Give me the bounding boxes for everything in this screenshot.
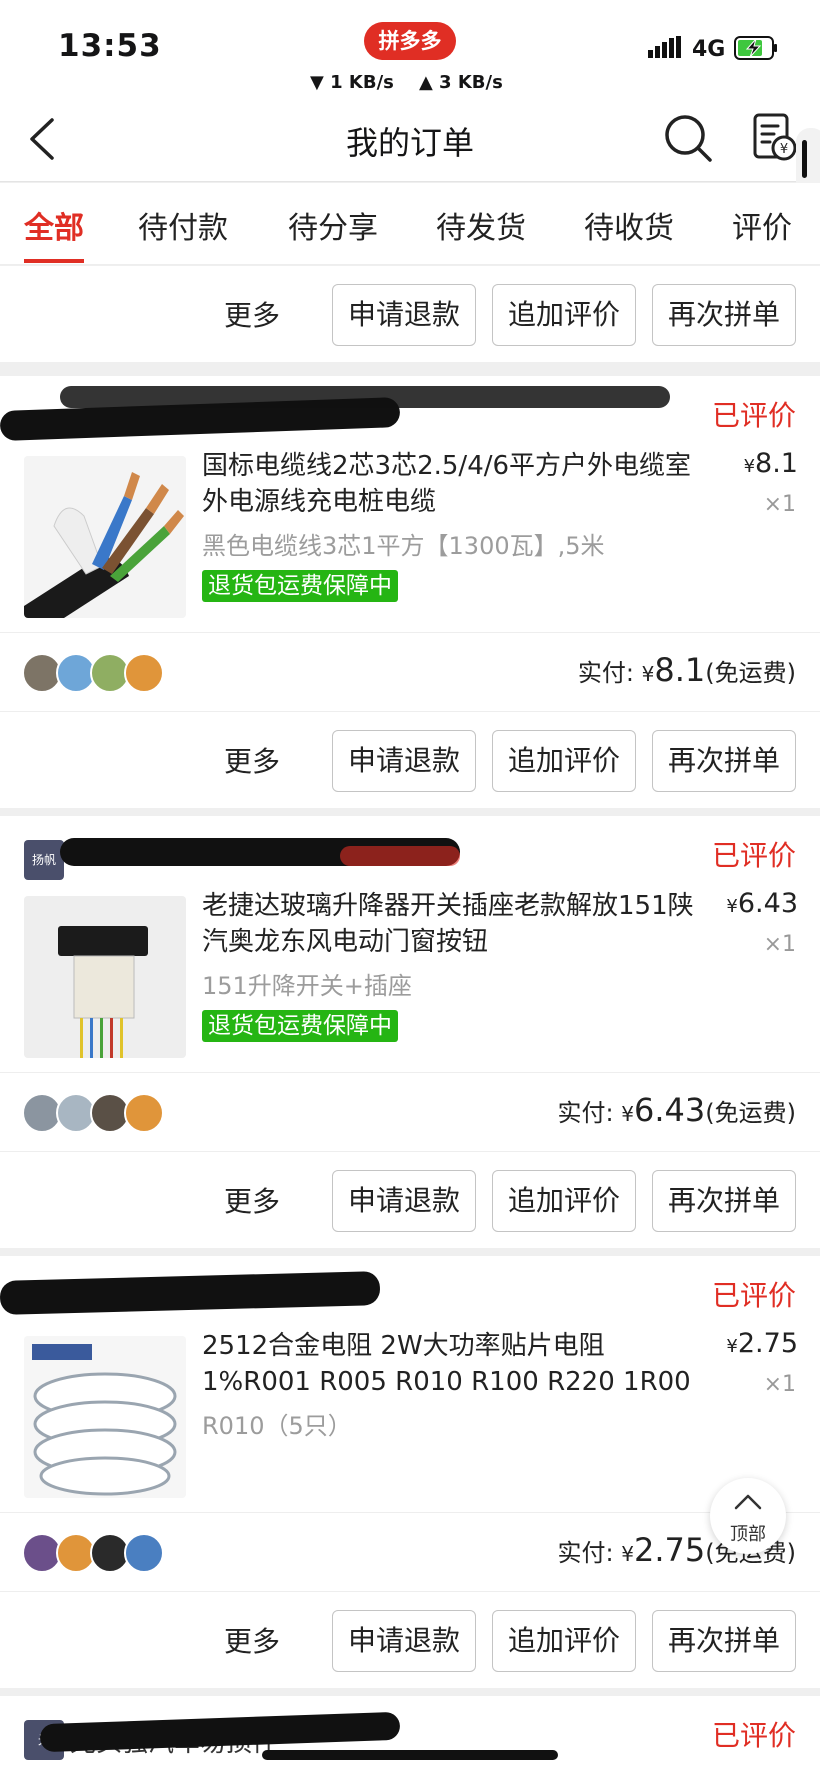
avatar <box>124 1533 164 1573</box>
product-title: 国标电缆线2芯3芯2.5/4/6平方户外电缆室外电源线充电桩电缆 <box>202 451 692 517</box>
tab-all[interactable]: 全部 <box>24 203 84 263</box>
more-button[interactable]: 更多 <box>224 1620 280 1660</box>
order-card[interactable]: 扬帆 已评价 老捷达玻璃升降器开关插座老款解放151陕汽奥龙东风电动门窗按钮 1… <box>0 816 820 1248</box>
status-bar: 13:53 拼多多 ▼ 1 KB/s ▲ 3 KB/s 4G <box>0 0 820 100</box>
more-button[interactable]: 更多 <box>224 740 280 780</box>
download-speed: ▼ 1 KB/s <box>310 72 394 93</box>
order-status: 已评价 <box>711 399 796 432</box>
product-image <box>24 896 186 1058</box>
order-action-bar: 更多 申请退款 追加评价 再次拼单 <box>0 1152 820 1248</box>
receipt-icon[interactable]: ¥ <box>752 112 796 164</box>
order-tabs: 全部 待付款 待分享 待发货 待收货 评价 <box>0 183 820 265</box>
paid-summary: 实付: ¥2.75(免运费) <box>0 1512 820 1592</box>
reorder-button[interactable]: 再次拼单 <box>652 730 796 792</box>
refund-button[interactable]: 申请退款 <box>332 1610 476 1672</box>
tab-review[interactable]: 评价 <box>732 203 792 247</box>
home-indicator[interactable] <box>262 1750 558 1760</box>
network-type: 4G <box>692 37 726 62</box>
product-spec: 151升降开关+插座 <box>202 972 412 1000</box>
product-price: ¥2.75 <box>726 1328 798 1359</box>
tab-pending-receipt[interactable]: 待收货 <box>584 203 674 247</box>
redaction-mark <box>340 846 460 866</box>
order-status: 已评价 <box>711 1279 796 1312</box>
refund-button[interactable]: 申请退款 <box>332 284 476 346</box>
add-review-button[interactable]: 追加评价 <box>492 1170 636 1232</box>
tab-pending-shipment[interactable]: 待发货 <box>436 203 526 247</box>
goods-item[interactable]: 老捷达玻璃升降器开关插座老款解放151陕汽奥龙东风电动门窗按钮 151升降开关+… <box>0 886 820 1058</box>
reorder-button[interactable]: 再次拼单 <box>652 284 796 346</box>
back-to-top-label: 顶部 <box>730 1524 766 1545</box>
product-title: 2512合金电阻 2W大功率贴片电阻1%R001 R005 R010 R100 … <box>202 1331 691 1397</box>
back-to-top-button[interactable]: 顶部 <box>710 1478 786 1554</box>
shop-logo: 扬帆 <box>24 840 64 880</box>
refund-button[interactable]: 申请退款 <box>332 1170 476 1232</box>
goods-item[interactable]: 国标电缆线2芯3芯2.5/4/6平方户外电缆室外电源线充电桩电缆 黑色电缆线3芯… <box>0 446 820 618</box>
redaction-mark <box>60 386 670 408</box>
paid-amount: 实付: ¥8.1(免运费) <box>577 651 796 689</box>
app-badge: 拼多多 <box>364 22 456 60</box>
search-icon[interactable] <box>662 112 714 164</box>
order-card[interactable]: 已评价 国标电缆线2芯3芯2.5/4/6平方户外电缆室外电源线充电桩电缆 黑色电… <box>0 376 820 808</box>
avatar <box>124 653 164 693</box>
order-action-bar: 更多 申请退款 追加评价 再次拼单 <box>0 712 820 808</box>
guarantee-badge: 退货包运费保障中 <box>202 1010 398 1042</box>
clock: 13:53 <box>58 28 162 64</box>
more-button[interactable]: 更多 <box>224 1180 280 1220</box>
paid-summary: 实付: ¥8.1(免运费) <box>0 632 820 712</box>
product-quantity: ×1 <box>763 932 796 957</box>
order-card[interactable]: 光 光头强汽车易损件 已评价 <box>0 1696 820 1774</box>
shop-header[interactable]: 扬帆 已评价 <box>0 816 820 886</box>
product-spec: 黑色电缆线3芯1平方【1300瓦】,5米 <box>202 532 605 560</box>
product-spec: R010（5只） <box>202 1412 352 1440</box>
svg-text:¥: ¥ <box>780 142 788 157</box>
nav-bar: 我的订单 ¥ <box>0 100 820 182</box>
redaction-mark <box>0 1271 381 1315</box>
paid-amount: 实付: ¥6.43(免运费) <box>557 1091 796 1129</box>
product-title: 老捷达玻璃升降器开关插座老款解放151陕汽奥龙东风电动门窗按钮 <box>202 891 694 957</box>
order-action-bar: 更多 申请退款 追加评价 再次拼单 <box>0 266 820 362</box>
network-speed: ▼ 1 KB/s ▲ 3 KB/s <box>310 72 503 93</box>
guarantee-badge: 退货包运费保障中 <box>202 570 398 602</box>
battery-charging-icon <box>734 36 777 60</box>
refund-button[interactable]: 申请退款 <box>332 730 476 792</box>
chevron-up-icon <box>734 1494 762 1510</box>
add-review-button[interactable]: 追加评价 <box>492 1610 636 1672</box>
order-card[interactable]: 已评价 2512合金电阻 2W大功率贴片电阻1%R001 R005 R010 R… <box>0 1256 820 1688</box>
shop-header[interactable]: 已评价 <box>0 1256 820 1326</box>
reorder-button[interactable]: 再次拼单 <box>652 1610 796 1672</box>
order-action-bar: 更多 申请退款 追加评价 再次拼单 <box>0 1592 820 1688</box>
tab-pending-share[interactable]: 待分享 <box>288 203 378 247</box>
product-price: ¥8.1 <box>743 448 798 479</box>
goods-item[interactable]: 2512合金电阻 2W大功率贴片电阻1%R001 R005 R010 R100 … <box>0 1326 820 1498</box>
product-quantity: ×1 <box>763 1372 796 1397</box>
product-image <box>24 1336 186 1498</box>
product-image <box>24 456 186 618</box>
product-quantity: ×1 <box>763 492 796 517</box>
add-review-button[interactable]: 追加评价 <box>492 284 636 346</box>
avatar <box>124 1093 164 1133</box>
add-review-button[interactable]: 追加评价 <box>492 730 636 792</box>
signal-icon <box>648 36 681 58</box>
order-list[interactable]: 更多 申请退款 追加评价 再次拼单 已评价 国标电缆线2芯3芯2.5/4/6平方… <box>0 266 820 1774</box>
order-status: 已评价 <box>711 839 796 872</box>
shop-header[interactable]: 已评价 <box>0 376 820 446</box>
product-price: ¥6.43 <box>726 888 798 919</box>
upload-speed: ▲ 3 KB/s <box>418 72 503 93</box>
reorder-button[interactable]: 再次拼单 <box>652 1170 796 1232</box>
more-button[interactable]: 更多 <box>224 294 280 334</box>
paid-summary: 实付: ¥6.43(免运费) <box>0 1072 820 1152</box>
order-status: 已评价 <box>711 1719 796 1752</box>
tab-pending-payment[interactable]: 待付款 <box>138 203 228 247</box>
